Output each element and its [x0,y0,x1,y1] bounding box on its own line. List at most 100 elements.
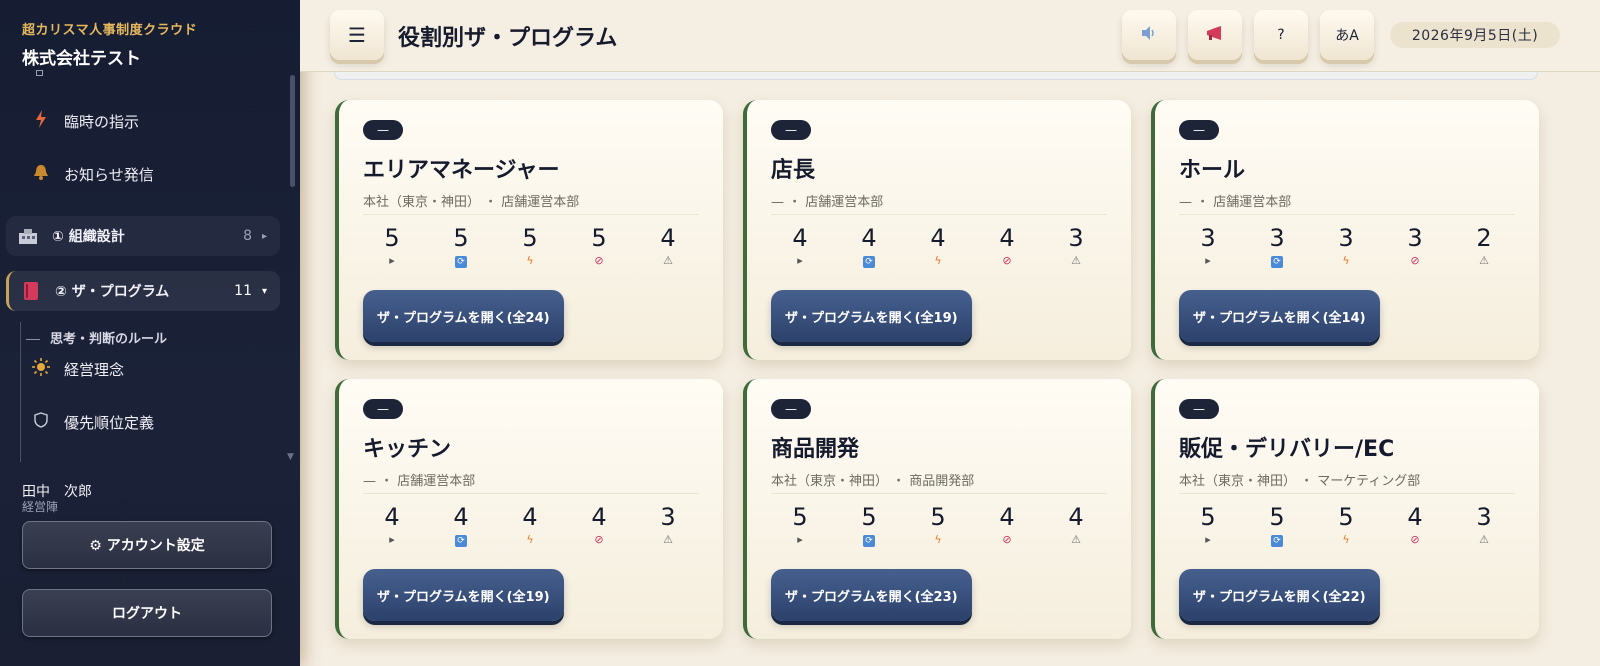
collapsed-panel-edge [334,72,1538,80]
sidebar-group-org-design[interactable]: ① 組織設計 8 ▸ [6,216,280,256]
stat-ban: 4 ⊘ [985,224,1029,268]
role-card: — キッチン — ・ 店舗運営本部 4 ▸ 4 ⟳ 4 ϟ 4 ⊘ 3 ⚠ ザ・プログラムを開く(全19) [335,379,723,639]
repeat-icon: ⟳ [439,533,483,547]
sidebar-subheading: 思考・判断のルール [26,328,167,347]
stat-value: 3 [660,503,676,531]
stat-value: 4 [999,503,1015,531]
megaphone-icon [1205,25,1225,45]
stat-value: 4 [384,503,400,531]
warning-icon: ⚠ [663,533,673,546]
stat-ban: 5 ⊘ [577,224,621,268]
open-program-button[interactable]: ザ・プログラムを開く(全19) [771,290,972,342]
stat-play: 4 ▸ [778,224,822,268]
font-size-button[interactable]: あA [1320,10,1374,60]
bolt-icon [28,110,54,132]
sidebar-group-the-program[interactable]: ② ザ・プログラム 11 ▾ [6,271,280,311]
stat-value: 4 [591,503,607,531]
stat-value: 4 [453,503,469,531]
clipped-item-icon [36,70,43,76]
sidebar-item-label: 臨時の指示 [64,112,140,131]
repeat-icon: ⟳ [847,533,891,547]
megaphone-button[interactable] [1188,10,1242,60]
tree-line [20,322,21,462]
open-program-button[interactable]: ザ・プログラムを開く(全24) [363,290,564,342]
bell-icon [28,163,54,185]
help-button[interactable]: ? [1254,10,1308,60]
sidebar-item-management-philosophy[interactable]: 経営理念 [28,354,124,384]
app-name: 超カリスマ人事制度クラウド [22,23,198,38]
stat-value: 3 [1476,503,1492,531]
sidebar-item-label: 経営理念 [64,360,125,379]
stat-repeat: 5 ⟳ [1255,503,1299,547]
sidebar-scrollbar[interactable] [290,75,295,187]
stat-warning: 3 ⚠ [646,503,690,547]
stat-play: 3 ▸ [1186,224,1230,268]
warning-icon: ⚠ [1479,533,1489,546]
sidebar-item-priority-definition[interactable]: 優先順位定義 [28,407,154,437]
play-icon: ▸ [389,254,395,267]
building-icon [16,226,40,246]
stat-ban: 4 ⊘ [1393,503,1437,547]
stat-bolt: 4ϟ [508,503,552,547]
ban-icon: ⊘ [1410,254,1420,267]
play-icon: ▸ [797,533,803,546]
scroll-down-icon[interactable]: ▼ [287,452,294,462]
warning-icon: ⚠ [1071,254,1081,267]
stat-value: 4 [1407,503,1423,531]
stat-value: 5 [453,224,469,252]
open-program-button[interactable]: ザ・プログラムを開く(全22) [1179,569,1380,621]
stat-repeat: 4 ⟳ [439,503,483,547]
stat-value: 5 [384,224,400,252]
page-title: 役割別ザ・プログラム [398,26,618,51]
open-program-button[interactable]: ザ・プログラムを開く(全14) [1179,290,1380,342]
sidebar-item-temporary-instructions[interactable]: 臨時の指示 [28,106,139,136]
stat-repeat: 3 ⟳ [1255,224,1299,268]
bolt-icon: ϟ [934,254,942,267]
stat-value: 5 [1269,503,1285,531]
stat-value: 3 [1269,224,1285,252]
ban-icon: ⊘ [1002,533,1012,546]
stat-value: 5 [792,503,808,531]
stat-play: 5 ▸ [370,224,414,268]
stat-bolt: 3ϟ [1324,224,1368,268]
open-program-button[interactable]: ザ・プログラムを開く(全23) [771,569,972,621]
bolt-icon: ϟ [1342,533,1350,546]
bolt-icon: ϟ [934,533,942,546]
level-badge: — [1179,120,1219,140]
stat-value: 3 [1068,224,1084,252]
open-program-button[interactable]: ザ・プログラムを開く(全19) [363,569,564,621]
warning-icon: ⚠ [663,254,673,267]
role-name: キッチン [363,437,452,462]
stat-value: 3 [1338,224,1354,252]
speaker-icon [1140,25,1158,45]
stat-bolt: 4ϟ [916,224,960,268]
bolt-icon: ϟ [1342,254,1350,267]
user-role: 経営陣 [22,500,59,514]
sidebar-group-count: 8 [243,228,252,244]
stat-value: 4 [999,224,1015,252]
sidebar-item-announcements[interactable]: お知らせ発信 [28,159,154,189]
sun-icon [28,358,54,380]
stat-warning: 3 ⚠ [1462,503,1506,547]
role-card: — エリアマネージャー 本社（東京・神田） ・ 店舗運営本部 5 ▸ 5 ⟳ 5 ϟ 5 ⊘ 4 ⚠ ザ・… [335,100,723,360]
warning-icon: ⚠ [1071,533,1081,546]
divider [1179,214,1515,215]
stat-value: 5 [1200,503,1216,531]
stat-warning: 4 ⚠ [646,224,690,268]
role-name: エリアマネージャー [363,158,560,183]
stat-bolt: 5ϟ [1324,503,1368,547]
role-location: 本社（東京・神田） ・ 商品開発部 [771,474,975,489]
logout-button[interactable]: ログアウト [22,589,272,637]
divider [771,493,1107,494]
role-card: — 商品開発 本社（東京・神田） ・ 商品開発部 5 ▸ 5 ⟳ 5 ϟ 4 ⊘ 4 ⚠ ザ・プログラムを… [743,379,1131,639]
repeat-icon: ⟳ [1255,254,1299,268]
stat-value: 4 [522,503,538,531]
ban-icon: ⊘ [594,533,604,546]
stat-value: 5 [522,224,538,252]
book-icon [19,281,43,301]
stat-value: 5 [591,224,607,252]
speaker-button[interactable] [1122,10,1176,60]
bolt-icon: ϟ [526,254,534,267]
menu-button[interactable]: ☰ [330,10,384,60]
account-settings-button[interactable]: ⚙ アカウント設定 [22,521,272,569]
